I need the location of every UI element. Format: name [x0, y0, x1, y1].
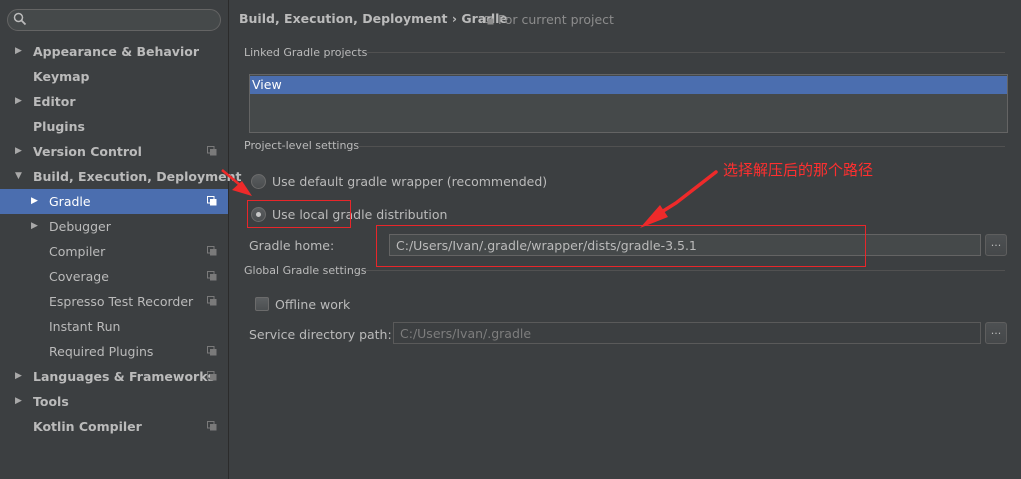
- global-settings-title: Global Gradle settings: [244, 264, 367, 277]
- sidebar-item[interactable]: Compiler: [0, 239, 228, 264]
- sidebar-item[interactable]: ▶ Version Control: [0, 139, 228, 164]
- sidebar-item[interactable]: Coverage: [0, 264, 228, 289]
- scope-label: For current project: [498, 12, 614, 27]
- search-input[interactable]: [7, 9, 221, 31]
- sidebar-item-label: Plugins: [33, 119, 85, 134]
- project-scope-icon: [207, 196, 217, 206]
- sidebar-item[interactable]: Instant Run: [0, 314, 228, 339]
- sidebar-item[interactable]: Kotlin Compiler: [0, 414, 228, 439]
- sidebar-item-label: Gradle: [49, 194, 91, 209]
- sidebar-item[interactable]: ▶ Tools: [0, 389, 228, 414]
- project-scope-icon: [207, 146, 217, 156]
- project-scope-icon: [207, 246, 217, 256]
- sidebar-item[interactable]: Plugins: [0, 114, 228, 139]
- project-scope-icon: [485, 16, 494, 25]
- sidebar-item[interactable]: ▶ Gradle: [0, 189, 228, 214]
- annotation-text: 选择解压后的那个路径: [723, 161, 874, 179]
- default-wrapper-radio[interactable]: [251, 174, 266, 189]
- project-scope-icon: [207, 346, 217, 356]
- sidebar-item-label: Espresso Test Recorder: [49, 294, 194, 309]
- sidebar-item-label: Kotlin Compiler: [33, 419, 142, 434]
- sidebar-item[interactable]: Keymap: [0, 64, 228, 89]
- sidebar-item-label: Version Control: [33, 144, 142, 159]
- section-divider: [358, 146, 1005, 147]
- service-directory-label: Service directory path:: [249, 327, 392, 342]
- list-item[interactable]: View: [250, 76, 1007, 94]
- project-scope-icon: [207, 271, 217, 281]
- offline-work-label[interactable]: Offline work: [275, 297, 350, 312]
- sidebar-item[interactable]: Espresso Test Recorder: [0, 289, 228, 314]
- expanded-arrow-icon[interactable]: ▼: [15, 164, 22, 189]
- sidebar-item-label: Instant Run: [49, 319, 121, 334]
- gradle-home-label: Gradle home:: [249, 238, 335, 253]
- default-wrapper-label[interactable]: Use default gradle wrapper (recommended): [272, 174, 547, 189]
- sidebar-item-label: Languages & Frameworks: [33, 369, 215, 384]
- sidebar-item-label: Required Plugins: [49, 344, 154, 359]
- service-directory-browse-button[interactable]: ...: [985, 322, 1007, 344]
- sidebar-item-label: Appearance & Behavior: [33, 44, 199, 59]
- sidebar-item-label: Debugger: [49, 219, 111, 234]
- linked-projects-list[interactable]: View: [249, 74, 1008, 133]
- sidebar-item-label: Build, Execution, Deployment: [33, 169, 242, 184]
- collapsed-arrow-icon[interactable]: ▶: [15, 39, 22, 64]
- project-scope-icon: [207, 421, 217, 431]
- collapsed-arrow-icon[interactable]: ▶: [15, 89, 22, 114]
- project-level-title: Project-level settings: [244, 139, 360, 152]
- section-divider: [367, 52, 1005, 53]
- sidebar-item[interactable]: ▼ Build, Execution, Deployment: [0, 164, 241, 189]
- sidebar-item[interactable]: ▶ Appearance & Behavior: [0, 39, 228, 64]
- service-directory-field[interactable]: C:/Users/Ivan/.gradle: [393, 322, 981, 344]
- sidebar-item[interactable]: Required Plugins: [0, 339, 228, 364]
- project-name: View: [252, 77, 282, 92]
- sidebar-item-label: Compiler: [49, 244, 106, 259]
- sidebar-item-label: Keymap: [33, 69, 90, 84]
- project-scope-icon: [207, 296, 217, 306]
- scope-indicator: For current project: [485, 12, 614, 27]
- search-icon: [13, 12, 27, 26]
- sidebar-item-label: Tools: [33, 394, 69, 409]
- annotation-box-local-option: [247, 200, 351, 228]
- gradle-home-browse-button[interactable]: ...: [985, 234, 1007, 256]
- offline-work-checkbox[interactable]: [255, 297, 269, 311]
- collapsed-arrow-icon[interactable]: ▶: [15, 389, 22, 414]
- sidebar-item[interactable]: ▶ Languages & Frameworks: [0, 364, 228, 389]
- collapsed-arrow-icon[interactable]: ▶: [15, 364, 22, 389]
- collapsed-arrow-icon[interactable]: ▶: [15, 139, 22, 164]
- annotation-box-gradle-home: [376, 225, 866, 267]
- section-divider: [364, 270, 1005, 271]
- sidebar-item[interactable]: ▶ Editor: [0, 89, 228, 114]
- breadcrumb: Build, Execution, Deployment › Gradle: [239, 11, 508, 26]
- sidebar-item[interactable]: ▶ Debugger: [0, 214, 228, 239]
- sidebar-item-label: Coverage: [49, 269, 109, 284]
- linked-projects-title: Linked Gradle projects: [244, 46, 368, 59]
- collapsed-arrow-icon[interactable]: ▶: [31, 189, 38, 214]
- collapsed-arrow-icon[interactable]: ▶: [31, 214, 38, 239]
- project-scope-icon: [207, 371, 217, 381]
- sidebar-item-label: Editor: [33, 94, 76, 109]
- settings-sidebar: ▶ Appearance & Behavior Keymap ▶ Editor Plugi…: [0, 0, 241, 479]
